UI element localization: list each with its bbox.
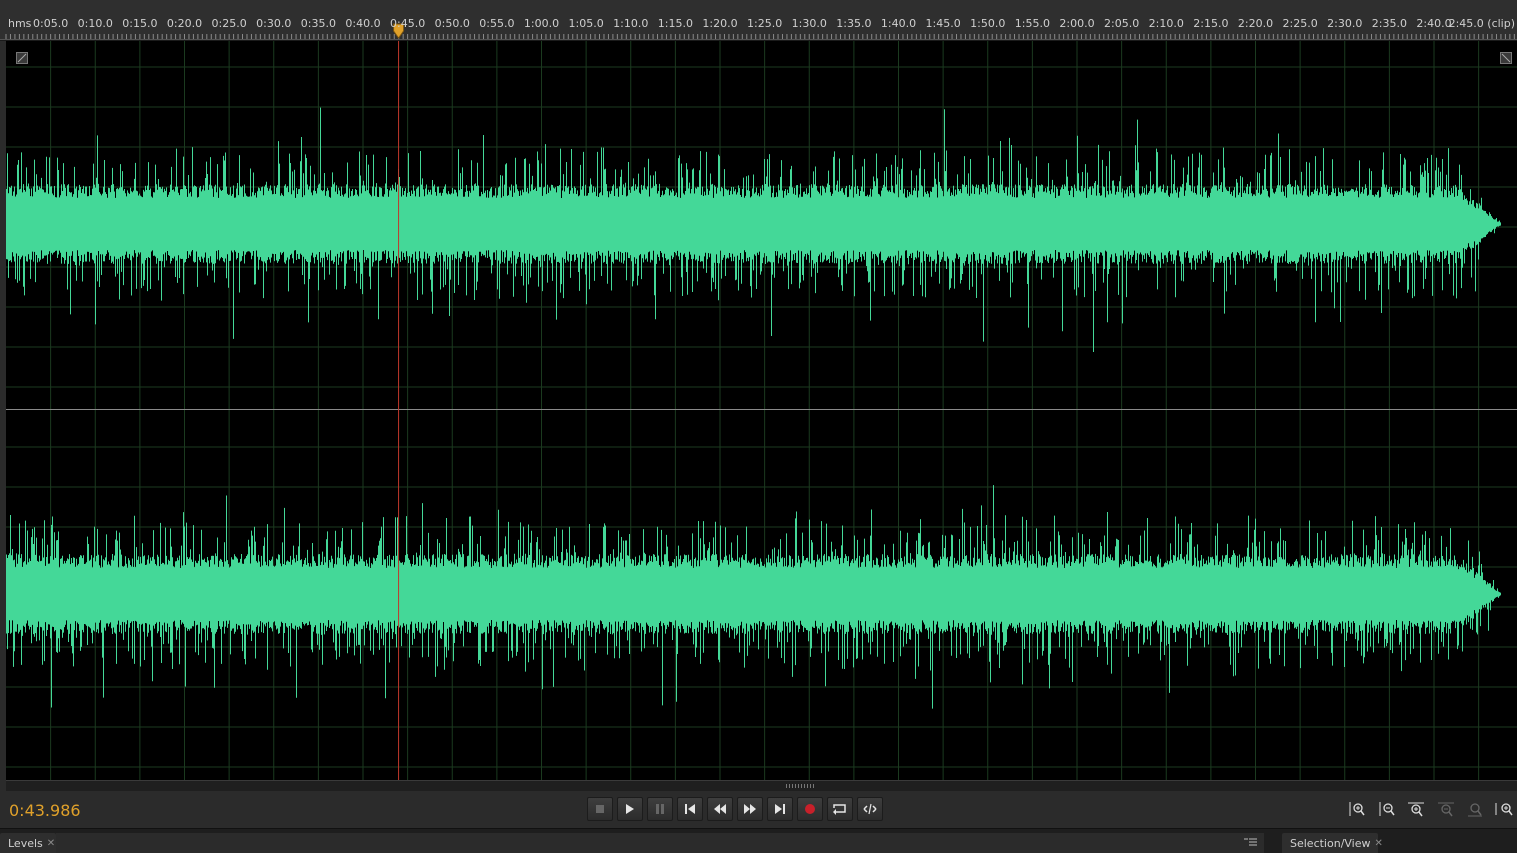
stop-button[interactable] — [587, 797, 613, 821]
close-icon[interactable]: ✕ — [1375, 838, 1383, 849]
grid-lines — [6, 41, 1517, 780]
ruler-tick-label: 1:20.0 — [702, 17, 738, 30]
ruler-tick-label: 1:45.0 — [925, 17, 961, 30]
ruler-tick-label: 0:15.0 — [122, 17, 158, 30]
ruler-tick-label: 0:10.0 — [77, 17, 113, 30]
ruler-tick-label: 0:45.0 — [390, 17, 426, 30]
pause-button[interactable] — [647, 797, 673, 821]
record-button[interactable] — [797, 797, 823, 821]
zoom-out-amplitude-button[interactable] — [1376, 799, 1398, 819]
ruler-tick-label: 1:40.0 — [880, 17, 917, 30]
go-to-start-icon — [685, 804, 695, 814]
ruler-tick-label: 0:30.0 — [256, 17, 292, 30]
skip-selection-button[interactable] — [857, 797, 883, 821]
stop-icon — [596, 805, 604, 813]
panel-menu-icon[interactable] — [1244, 837, 1258, 847]
horizontal-scrollbar[interactable] — [6, 780, 1517, 791]
fast-forward-icon — [744, 804, 756, 814]
loop-icon — [833, 804, 846, 815]
ruler-tick-label: 0:40.0 — [345, 17, 381, 30]
play-icon — [626, 804, 634, 814]
waveform-display[interactable] — [6, 41, 1517, 780]
ruler-tick-label: 0:25.0 — [211, 17, 247, 30]
ruler-tick-label: 1:10.0 — [613, 17, 649, 30]
zoom-in-time-icon — [1408, 802, 1424, 817]
ruler-tick-label: 1:30.0 — [791, 17, 827, 30]
levels-tab[interactable]: Levels ✕ — [0, 833, 56, 853]
time-ruler[interactable]: hms 0:05.0 0:10.0 0:15.0 0:20.0 0:25.0 0:30.0… — [0, 0, 1517, 41]
ruler-tick-label: 0:20.0 — [166, 17, 203, 30]
left-channel-waveform — [6, 107, 1501, 353]
zoom-selection-icon — [1495, 803, 1513, 816]
ruler-tick-label: 1:50.0 — [970, 17, 1006, 30]
go-to-start-button[interactable] — [677, 797, 703, 821]
transport-bar: 0:43.986 — [0, 791, 1517, 827]
zoom-in-time-button[interactable] — [1405, 799, 1427, 819]
bottom-panels: Levels ✕ Selection/View ✕ — [0, 828, 1517, 853]
skip-selection-icon — [863, 803, 877, 815]
pause-icon — [656, 804, 664, 814]
zoom-selection-button[interactable] — [1494, 799, 1516, 819]
current-time-display[interactable]: 0:43.986 — [9, 801, 81, 820]
zoom-in-amplitude-icon — [1349, 802, 1365, 816]
zoom-out-full-button[interactable] — [1435, 799, 1457, 819]
ruler-tick-label: 0:50.0 — [434, 17, 470, 30]
fade-out-handle[interactable] — [1500, 52, 1512, 64]
ruler-tick-label: 2:10.0 — [1148, 17, 1184, 30]
ruler-tick-label: 1:35.0 — [836, 17, 872, 30]
zoom-out-full-icon — [1438, 802, 1454, 817]
close-icon[interactable]: ✕ — [47, 838, 55, 849]
zoom-out-amplitude-icon — [1379, 802, 1395, 816]
ruler-tick-label: 2:05.0 — [1104, 17, 1140, 30]
play-button[interactable] — [617, 797, 643, 821]
scroll-grip-icon[interactable] — [786, 784, 814, 788]
go-to-end-icon — [775, 804, 785, 814]
ruler-tick-label: 0:05.0 — [33, 17, 69, 30]
ruler-tick-label: 2:15.0 — [1193, 17, 1229, 30]
go-to-end-button[interactable] — [767, 797, 793, 821]
fast-forward-button[interactable] — [737, 797, 763, 821]
rewind-button[interactable] — [707, 797, 733, 821]
ruler-tick-label: 1:25.0 — [747, 17, 783, 30]
right-channel-waveform — [6, 485, 1501, 709]
ruler-tick-label: 1:55.0 — [1014, 17, 1050, 30]
selection-view-tab-label: Selection/View — [1290, 836, 1371, 850]
selection-view-tab[interactable]: Selection/View ✕ — [1282, 833, 1383, 853]
ruler-tick-label: 2:35.0 — [1371, 17, 1407, 30]
zoom-in-amplitude-button[interactable] — [1346, 799, 1368, 819]
fade-in-handle[interactable] — [16, 52, 28, 64]
levels-panel-body — [56, 833, 1264, 853]
waveform-core — [6, 202, 1456, 246]
rewind-icon — [714, 804, 726, 814]
ruler-tick-label: 2:45.0 (clip) — [1448, 17, 1515, 30]
ruler-tick-label: 2:30.0 — [1327, 17, 1363, 30]
ruler-tick-label: 1:00.0 — [523, 17, 560, 30]
record-icon — [805, 804, 815, 814]
loop-button[interactable] — [827, 797, 853, 821]
ruler-tick-label: 1:05.0 — [568, 17, 604, 30]
ruler-tick-label: 1:15.0 — [657, 17, 693, 30]
zoom-in-selection-button[interactable] — [1464, 799, 1486, 819]
ruler-tick-label: 0:35.0 — [300, 17, 336, 30]
ruler-tick-label: 2:20.0 — [1237, 17, 1274, 30]
levels-tab-label: Levels — [8, 836, 43, 850]
ruler-tick-label: 2:00.0 — [1059, 17, 1095, 30]
ruler-tick-label: 0:55.0 — [479, 17, 515, 30]
ruler-tick-label: 2:25.0 — [1282, 17, 1318, 30]
zoom-in-selection-icon — [1468, 803, 1482, 817]
ruler-tick-label: 2:40.0 — [1416, 17, 1452, 30]
waveform-core — [6, 572, 1456, 616]
waveform-canvas[interactable] — [6, 41, 1517, 780]
